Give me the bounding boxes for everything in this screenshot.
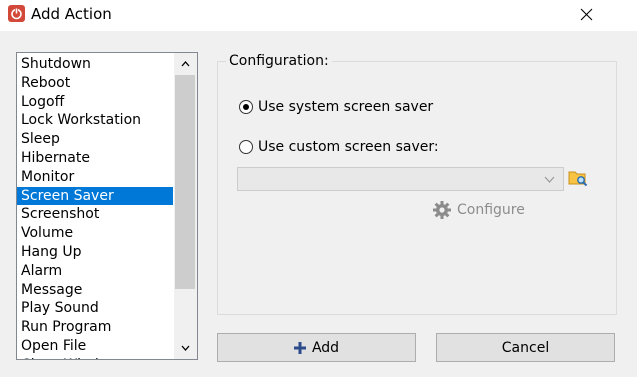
system-saver-radio[interactable] — [239, 100, 253, 114]
cancel-button[interactable]: Cancel — [436, 333, 615, 362]
folder-search-icon — [568, 171, 588, 187]
plus-icon — [293, 341, 306, 354]
configuration-label: Configuration: — [226, 52, 332, 70]
list-item[interactable]: Reboot — [17, 74, 173, 93]
list-item[interactable]: Close Window — [17, 356, 173, 359]
chevron-up-icon — [181, 61, 190, 67]
list-item[interactable]: Logoff — [17, 93, 173, 112]
list-item[interactable]: Alarm — [17, 262, 173, 281]
system-saver-label: Use system screen saver — [258, 99, 434, 115]
list-item[interactable]: Hibernate — [17, 149, 173, 168]
title-bar: Add Action — [0, 0, 637, 31]
custom-saver-radio[interactable] — [239, 140, 253, 154]
list-item[interactable]: Hang Up — [17, 243, 173, 262]
gear-icon — [433, 201, 451, 219]
scroll-down-button[interactable] — [174, 337, 197, 359]
custom-saver-combo[interactable] — [237, 167, 564, 191]
configure-button[interactable]: Configure — [432, 200, 525, 220]
add-label: Add — [311, 339, 340, 356]
list-item[interactable]: Screenshot — [17, 205, 173, 224]
scroll-thumb[interactable] — [175, 75, 195, 289]
list-item[interactable]: Run Program — [17, 318, 173, 337]
list-item[interactable]: Volume — [17, 224, 173, 243]
list-item[interactable]: Open File — [17, 337, 173, 356]
list-scrollbar[interactable] — [174, 53, 197, 359]
window-title: Add Action — [31, 5, 112, 23]
list-item[interactable]: Shutdown — [17, 55, 173, 74]
list-item[interactable]: Sleep — [17, 130, 173, 149]
browse-folder-button[interactable] — [568, 168, 588, 188]
custom-saver-option[interactable]: Use custom screen saver: — [239, 138, 439, 156]
configure-label: Configure — [457, 202, 525, 218]
list-item[interactable]: Monitor — [17, 168, 173, 187]
cancel-label: Cancel — [501, 339, 550, 356]
action-list: Shutdown Reboot Logoff Lock Workstation Slee… — [17, 55, 173, 359]
list-item[interactable]: Message — [17, 281, 173, 300]
chevron-down-icon — [181, 345, 190, 351]
chevron-down-icon — [544, 176, 555, 183]
list-item[interactable]: Screen Saver — [17, 186, 173, 206]
radio-selected-dot — [243, 104, 249, 110]
close-button[interactable] — [577, 0, 597, 28]
custom-saver-label: Use custom screen saver: — [258, 139, 439, 155]
power-icon — [8, 5, 25, 22]
scroll-up-button[interactable] — [174, 53, 197, 75]
close-icon — [580, 8, 593, 21]
action-listbox[interactable]: Shutdown Reboot Logoff Lock Workstation Slee… — [16, 52, 198, 360]
system-saver-option[interactable]: Use system screen saver — [239, 98, 433, 116]
list-item[interactable]: Play Sound — [17, 299, 173, 318]
add-button[interactable]: Add — [217, 333, 416, 362]
list-item[interactable]: Lock Workstation — [17, 111, 173, 130]
